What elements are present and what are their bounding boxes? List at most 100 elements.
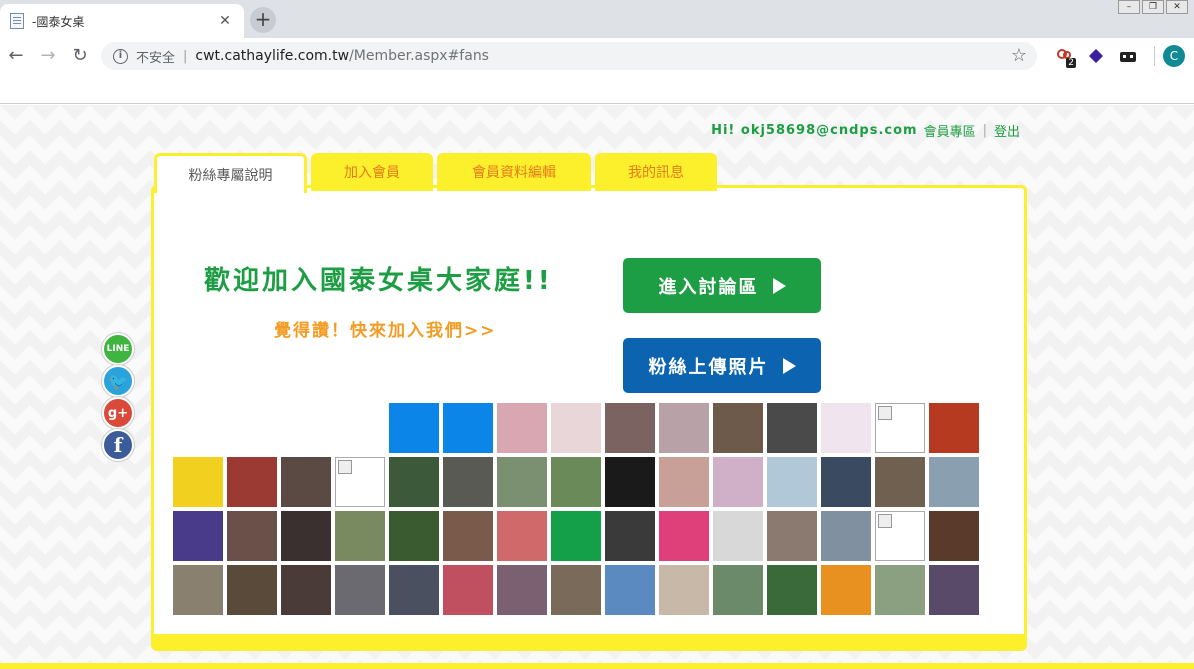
fan-photo-thumbnail[interactable] xyxy=(605,457,655,507)
fan-photo-thumbnail[interactable] xyxy=(173,565,223,615)
fan-photo-thumbnail[interactable] xyxy=(551,403,601,453)
page-bottom-bar xyxy=(0,663,1194,669)
extension-glasses-icon[interactable] xyxy=(1114,42,1142,70)
upload-photo-label: 粉絲上傳照片 xyxy=(648,356,769,378)
fan-photo-thumbnail[interactable] xyxy=(281,511,331,561)
broken-image-icon[interactable] xyxy=(875,403,925,453)
fan-photo-thumbnail[interactable] xyxy=(713,457,763,507)
fan-photo-thumbnail[interactable] xyxy=(497,565,547,615)
extension-pin-icon[interactable]: 2 xyxy=(1050,42,1078,70)
fan-photo-thumbnail[interactable] xyxy=(605,511,655,561)
fan-photo-thumbnail[interactable] xyxy=(821,403,871,453)
info-icon[interactable]: i xyxy=(113,48,128,64)
fan-photo-thumbnail[interactable] xyxy=(443,403,493,453)
logout-link[interactable]: 登出 xyxy=(994,121,1020,140)
fan-photo-thumbnail[interactable] xyxy=(713,511,763,561)
join-tagline[interactable]: 覺得讚！快來加入我們>> xyxy=(274,316,497,341)
extension-cube-icon[interactable] xyxy=(1082,42,1110,70)
fan-photo-thumbnail[interactable] xyxy=(335,511,385,561)
fan-photo-thumbnail[interactable] xyxy=(173,457,223,507)
fan-photo-thumbnail[interactable] xyxy=(767,457,817,507)
fan-photo-grid xyxy=(173,403,985,615)
tab-my-messages[interactable]: 我的訊息 xyxy=(595,153,717,191)
fan-photo-thumbnail[interactable] xyxy=(821,457,871,507)
broken-image-icon[interactable] xyxy=(335,457,385,507)
fan-photo-thumbnail[interactable] xyxy=(389,457,439,507)
new-tab-button[interactable]: + xyxy=(250,7,276,33)
fan-photo-thumbnail[interactable] xyxy=(281,457,331,507)
fan-photo-thumbnail[interactable] xyxy=(227,565,277,615)
fan-photo-thumbnail[interactable] xyxy=(551,565,601,615)
back-arrow-icon[interactable]: ← xyxy=(0,40,32,72)
maximize-button[interactable]: ❐ xyxy=(1142,0,1164,14)
twitter-icon[interactable]: 🐦 xyxy=(102,365,134,397)
bookmark-star-icon[interactable]: ☆ xyxy=(1011,45,1027,66)
empty-photo-slot xyxy=(335,403,385,453)
googleplus-icon[interactable]: g+ xyxy=(102,397,134,429)
fan-photo-thumbnail[interactable] xyxy=(551,457,601,507)
user-greeting: Hi! okj58698@cndps.com xyxy=(711,123,918,138)
window-controls: – ❐ ✕ xyxy=(1116,0,1188,14)
profile-avatar[interactable]: C xyxy=(1163,45,1185,67)
fan-photo-thumbnail[interactable] xyxy=(659,457,709,507)
forward-arrow-icon[interactable]: → xyxy=(32,40,64,72)
tab-join-member[interactable]: 加入會員 xyxy=(311,153,433,191)
page-body: Hi! okj58698@cndps.com 會員專區 | 登出 歡迎加入國泰女… xyxy=(0,105,1194,669)
close-window-button[interactable]: ✕ xyxy=(1166,0,1188,14)
fan-photo-thumbnail[interactable] xyxy=(929,403,979,453)
fan-photo-thumbnail[interactable] xyxy=(497,403,547,453)
tab-fan-info[interactable]: 粉絲專屬說明 xyxy=(154,153,307,193)
fan-photo-thumbnail[interactable] xyxy=(875,565,925,615)
fan-photo-thumbnail[interactable] xyxy=(389,403,439,453)
address-bar[interactable]: i 不安全 | cwt.cathaylife.com.tw /Member.as… xyxy=(101,42,1037,70)
fan-photo-thumbnail[interactable] xyxy=(929,457,979,507)
fan-photo-thumbnail[interactable] xyxy=(605,565,655,615)
fan-photo-thumbnail[interactable] xyxy=(767,565,817,615)
fan-photo-thumbnail[interactable] xyxy=(551,511,601,561)
broken-image-icon[interactable] xyxy=(875,511,925,561)
fan-photo-thumbnail[interactable] xyxy=(443,565,493,615)
fan-photo-thumbnail[interactable] xyxy=(821,565,871,615)
enter-forum-button[interactable]: 進入討論區 xyxy=(623,258,821,313)
extensions-area: 2 C xyxy=(1050,42,1185,70)
fan-photo-thumbnail[interactable] xyxy=(227,457,277,507)
panel-footer-bar xyxy=(154,634,1024,648)
close-tab-icon[interactable]: ✕ xyxy=(216,13,234,29)
fan-photo-thumbnail[interactable] xyxy=(605,403,655,453)
fan-photo-thumbnail[interactable] xyxy=(767,403,817,453)
fan-photo-thumbnail[interactable] xyxy=(875,457,925,507)
reload-icon[interactable]: ↻ xyxy=(64,40,96,72)
member-zone-link[interactable]: 會員專區 xyxy=(924,121,976,140)
fan-photo-thumbnail[interactable] xyxy=(443,457,493,507)
facebook-icon[interactable]: f xyxy=(102,429,134,461)
browser-tab[interactable]: -國泰女桌 ✕ xyxy=(0,4,244,38)
minimize-button[interactable]: – xyxy=(1118,0,1140,14)
fan-photo-thumbnail[interactable] xyxy=(929,565,979,615)
fan-photo-thumbnail[interactable] xyxy=(227,511,277,561)
fan-photo-thumbnail[interactable] xyxy=(659,403,709,453)
fan-photo-thumbnail[interactable] xyxy=(497,457,547,507)
fan-photo-thumbnail[interactable] xyxy=(497,511,547,561)
play-arrow-icon xyxy=(772,277,786,294)
fan-photo-thumbnail[interactable] xyxy=(173,511,223,561)
fan-photo-thumbnail[interactable] xyxy=(443,511,493,561)
line-icon[interactable]: LINE xyxy=(102,333,134,365)
browser-toolbar: ← → ↻ i 不安全 | cwt.cathaylife.com.tw /Mem… xyxy=(0,38,1194,74)
enter-forum-label: 進入討論區 xyxy=(658,276,759,298)
tab-edit-profile[interactable]: 會員資料編輯 xyxy=(437,153,591,191)
fan-photo-thumbnail[interactable] xyxy=(659,511,709,561)
empty-photo-slot xyxy=(227,403,277,453)
fan-photo-thumbnail[interactable] xyxy=(659,565,709,615)
fan-photo-thumbnail[interactable] xyxy=(389,511,439,561)
fan-photo-thumbnail[interactable] xyxy=(713,565,763,615)
empty-photo-slot xyxy=(281,403,331,453)
fan-photo-thumbnail[interactable] xyxy=(767,511,817,561)
fan-photo-thumbnail[interactable] xyxy=(713,403,763,453)
fan-photo-thumbnail[interactable] xyxy=(335,565,385,615)
fan-photo-thumbnail[interactable] xyxy=(389,565,439,615)
fan-photo-thumbnail[interactable] xyxy=(281,565,331,615)
upload-photo-button[interactable]: 粉絲上傳照片 xyxy=(623,338,821,393)
url-host: cwt.cathaylife.com.tw xyxy=(195,48,350,64)
fan-photo-thumbnail[interactable] xyxy=(821,511,871,561)
fan-photo-thumbnail[interactable] xyxy=(929,511,979,561)
